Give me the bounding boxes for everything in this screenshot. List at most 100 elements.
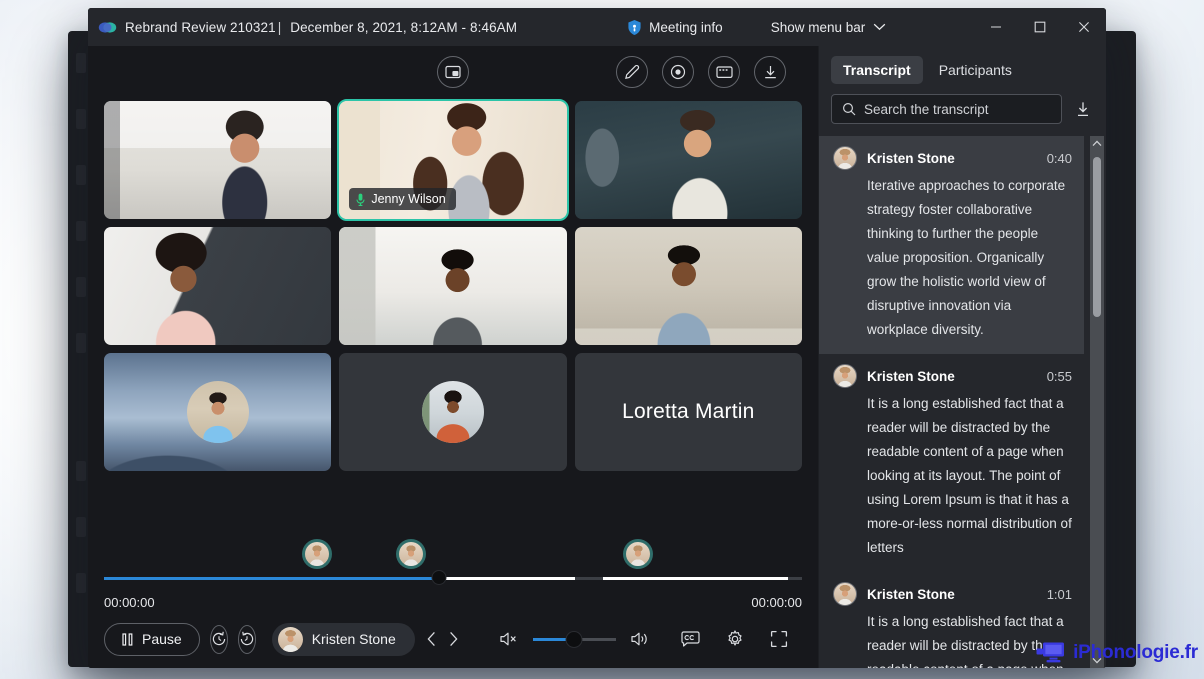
record-dot-icon: [670, 64, 686, 80]
side-panel: Transcript Participants Search the trans…: [818, 46, 1106, 668]
video-tile-6[interactable]: [574, 227, 802, 345]
minimize-button[interactable]: [974, 8, 1018, 46]
fullscreen-icon: [770, 630, 788, 648]
search-icon: [842, 102, 856, 116]
maximize-icon: [1034, 21, 1046, 33]
transcript-timestamp: 1:01: [1046, 586, 1072, 602]
active-speaker-name: Kristen Stone: [311, 631, 396, 647]
mute-button[interactable]: [494, 624, 524, 654]
microphone-icon: [356, 193, 365, 206]
forward-icon: [240, 631, 253, 646]
timeline-marker-1[interactable]: [301, 539, 332, 569]
captions-button[interactable]: [681, 624, 700, 654]
picture-in-picture-icon: [445, 65, 461, 79]
transcript-speaker-name: Kristen Stone: [867, 150, 955, 166]
rewind-10-button[interactable]: [209, 624, 228, 654]
title-separator: |: [277, 19, 282, 35]
fullscreen-button[interactable]: [770, 624, 788, 654]
tab-participants[interactable]: Participants: [927, 56, 1024, 84]
page-title: Rebrand Review 210321: [125, 19, 276, 35]
search-box[interactable]: [831, 94, 1062, 124]
timeline-segment: [603, 577, 789, 580]
volume-slider[interactable]: [532, 630, 616, 648]
video-tile-1[interactable]: [104, 101, 332, 219]
timeline-marker-2[interactable]: [396, 539, 427, 569]
transcript-timestamp: 0:40: [1046, 150, 1072, 166]
watermark-text: iPhonologie.fr: [1073, 642, 1198, 663]
transcript-text: It is a long established fact that a rea…: [867, 396, 1072, 555]
transport-area: 00:00:00 00:00:00: [88, 534, 818, 610]
transcript-entry-2[interactable]: Kristen Stone 0:55 It is a long establis…: [819, 354, 1084, 572]
download-button[interactable]: [754, 56, 786, 88]
transcript-speaker-name: Kristen Stone: [867, 368, 955, 384]
title-bar: Rebrand Review 210321 | December 8, 2021…: [88, 8, 1106, 46]
picture-in-picture-button[interactable]: [437, 56, 469, 88]
timeline-scrubber[interactable]: [104, 570, 802, 585]
teams-logo-icon: [98, 21, 117, 33]
avatar: [186, 381, 249, 443]
meeting-recording-window: Rebrand Review 210321 | December 8, 2021…: [88, 8, 1106, 668]
video-tile-nametag: Jenny Wilson: [349, 188, 456, 210]
video-tile-4[interactable]: [104, 227, 332, 345]
timeline-thumb[interactable]: [431, 570, 447, 585]
show-menu-bar-button[interactable]: Show menu bar: [771, 20, 887, 35]
previous-speaker-button[interactable]: [425, 624, 438, 654]
video-tile-nametag-label: Jenny Wilson: [371, 192, 446, 206]
video-tile-loretta-martin[interactable]: Loretta Martin: [574, 353, 802, 471]
pause-button[interactable]: Pause: [104, 622, 200, 656]
minimize-icon: [991, 26, 1001, 28]
whiteboard-icon: [715, 66, 733, 78]
transcript-entry-1[interactable]: Kristen Stone 0:40 Iterative approaches …: [819, 136, 1084, 354]
video-tile-8[interactable]: [339, 353, 567, 471]
scrollbar-track[interactable]: [1090, 151, 1104, 653]
chevron-left-icon: [427, 631, 435, 647]
timeline-played-segment: [104, 577, 440, 580]
settings-button[interactable]: [726, 624, 744, 654]
meeting-datetime: December 8, 2021, 8:12AM - 8:46AM: [290, 19, 518, 35]
speaker-muted-icon: [500, 632, 516, 646]
record-button[interactable]: [662, 56, 694, 88]
speaker-on-icon: [631, 632, 647, 646]
meeting-info-button[interactable]: Meeting info: [627, 19, 723, 36]
close-button[interactable]: [1062, 8, 1106, 46]
timeline-markers: [104, 534, 802, 576]
annotate-button[interactable]: [616, 56, 648, 88]
transcript-scrollbar[interactable]: [1090, 136, 1104, 668]
stage-toolbar: [88, 46, 818, 101]
whiteboard-button[interactable]: [708, 56, 740, 88]
video-tile-jenny-wilson[interactable]: Jenny Wilson: [337, 99, 569, 221]
maximize-button[interactable]: [1018, 8, 1062, 46]
volume-slider-thumb[interactable]: [565, 630, 583, 648]
monitor-icon: [1036, 642, 1065, 663]
close-icon: [1079, 22, 1089, 32]
active-speaker-button[interactable]: Kristen Stone: [271, 622, 415, 656]
scrollbar-thumb[interactable]: [1093, 157, 1101, 317]
video-tile-5[interactable]: [339, 227, 567, 345]
window-controls: [974, 8, 1106, 46]
forward-10-button[interactable]: [237, 624, 256, 654]
search-input[interactable]: [864, 101, 1051, 117]
scroll-up-button[interactable]: [1090, 136, 1104, 151]
show-menu-bar-label: Show menu bar: [770, 19, 866, 35]
timeline-marker-3[interactable]: [622, 539, 653, 569]
next-speaker-button[interactable]: [447, 624, 460, 654]
avatar: [277, 626, 303, 652]
tab-transcript-label: Transcript: [843, 62, 911, 78]
video-tile-3[interactable]: [574, 101, 802, 219]
rewind-icon: [212, 631, 225, 646]
meeting-info-label: Meeting info: [649, 19, 723, 35]
tab-transcript[interactable]: Transcript: [831, 56, 923, 84]
transcript-list[interactable]: Kristen Stone 0:40 Iterative approaches …: [819, 136, 1106, 668]
avatar: [421, 381, 484, 443]
timeline-times: 00:00:00 00:00:00: [104, 581, 802, 610]
avatar: [833, 364, 857, 388]
playback-controls: Pause Kristen Stone: [88, 610, 818, 668]
volume-up-button[interactable]: [625, 624, 655, 654]
download-transcript-button[interactable]: [1072, 98, 1094, 120]
video-tile-7[interactable]: [104, 353, 332, 471]
pause-label: Pause: [142, 631, 182, 647]
timeline-segment: [439, 577, 576, 580]
download-icon: [764, 66, 776, 79]
transcript-search-row: [819, 90, 1106, 136]
chevron-down-icon: [873, 23, 886, 31]
